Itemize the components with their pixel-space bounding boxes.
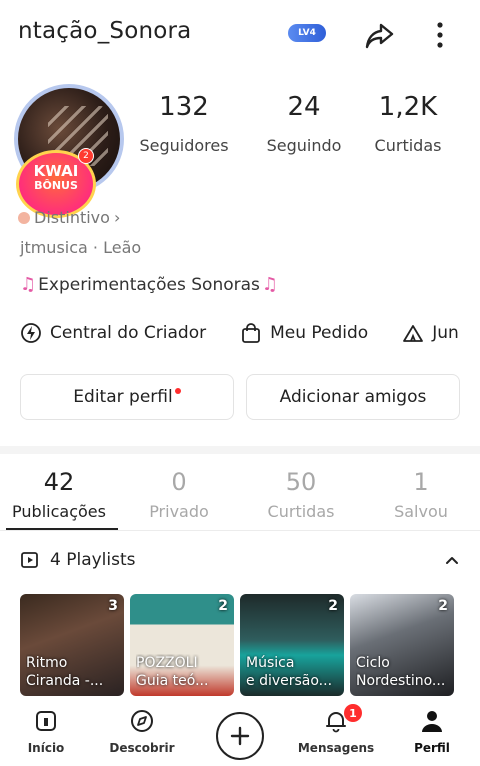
my-order-link[interactable]: Meu Pedido [240,322,368,344]
playlist-card[interactable]: 2 POZZOLI Guia teó... [130,594,234,696]
tab-salvou[interactable]: 1 Salvou [366,466,476,521]
lightning-circle-icon [21,323,41,343]
profile-bio: ♫ Experimentações Sonoras ♫ [20,274,278,295]
stat-likes-label: Curtidas [374,136,442,155]
playlist-icon [21,552,38,568]
tab-salvou-count: 1 [413,468,429,496]
person-icon [422,711,442,732]
tent-icon [403,325,424,342]
distintivo-link[interactable]: Distintivo › [18,208,120,227]
tab-curtidas[interactable]: 50 Curtidas [246,466,356,521]
nav-perfil-label: Perfil [414,741,450,755]
messages-badge: 1 [344,704,362,722]
tab-privado[interactable]: 0 Privado [124,466,234,521]
tab-publicacoes-count: 42 [43,468,75,496]
tab-salvou-label: Salvou [394,502,448,521]
kwai-badge-count: 2 [78,148,94,164]
stat-followers-label: Seguidores [139,136,229,155]
stat-likes[interactable]: 1,2K Curtidas [358,90,458,155]
stat-following-label: Seguindo [266,136,342,155]
playlists-count-label: 4 Playlists [50,550,136,570]
profile-handle: jtmusica · Leão [20,238,142,257]
playlists-header: 4 Playlists [20,550,136,570]
notification-dot [174,388,181,394]
more-options-icon[interactable] [428,18,452,52]
nav-descobrir-label: Descobrir [109,741,175,755]
tab-curtidas-count: 50 [285,468,317,496]
distintivo-label: Distintivo [34,208,110,227]
jun-label: Jun [432,323,459,343]
creator-center-label: Central do Criador [50,323,207,343]
compass-icon [131,710,153,732]
nav-descobrir[interactable]: Descobrir [102,708,182,755]
stat-following-value: 24 [287,92,321,122]
distintivo-icon [18,211,30,224]
active-tab-indicator [6,528,118,530]
playlist-title: Música e diversão... [246,655,333,689]
stat-followers-value: 132 [159,92,209,122]
tab-privado-label: Privado [149,502,209,521]
playlist-video-count: 2 [438,598,448,614]
tab-publicacoes-label: Publicações [12,502,106,521]
tab-publicacoes[interactable]: 42 Publicações [4,466,114,521]
bottom-nav: Início Descobrir Mensagens 1 Perfil [0,700,480,766]
nav-mensagens[interactable]: Mensagens [296,708,376,755]
home-icon [36,711,56,731]
playlist-video-count: 3 [108,598,118,614]
nav-inicio[interactable]: Início [6,708,86,755]
create-post-button[interactable] [216,712,264,760]
playlist-title: Ciclo Nordestino... [356,655,446,689]
stat-following[interactable]: 24 Seguindo [254,90,354,155]
stat-followers[interactable]: 132 Seguidores [134,90,234,155]
kwai-badge-line2: BÔNUS [34,179,78,192]
bio-text: Experimentações Sonoras [38,274,260,295]
playlist-video-count: 2 [218,598,228,614]
playlist-title: Ritmo Ciranda -... [26,655,104,689]
music-note-icon: ♫ [20,274,37,295]
nav-perfil[interactable]: Perfil [392,708,472,755]
plus-icon [230,726,250,746]
kwai-badge-line1: KWAI [33,162,79,180]
my-order-label: Meu Pedido [270,323,369,343]
share-icon[interactable] [362,18,396,52]
shopping-bag-icon [242,323,260,343]
edit-profile-label: Editar perfil [73,387,173,407]
chevron-right-icon: › [113,208,121,227]
nav-mensagens-label: Mensagens [297,741,375,755]
creator-center-link[interactable]: Central do Criador [20,322,206,344]
playlist-card[interactable]: 2 Música e diversão... [240,594,344,696]
playlist-video-count: 2 [328,598,338,614]
tab-bar-line [0,530,480,531]
music-note-icon: ♫ [261,274,279,295]
section-divider [0,446,480,454]
playlist-card[interactable]: 3 Ritmo Ciranda -... [20,594,124,696]
profile-username: ntação_Sonora [18,18,192,44]
nav-inicio-label: Início [27,741,65,755]
add-friends-label: Adicionar amigos [279,387,427,407]
level-badge[interactable]: LV4 [288,24,326,42]
playlist-title: POZZOLI Guia teó... [136,655,209,689]
playlist-card[interactable]: 2 Ciclo Nordestino... [350,594,454,696]
tab-privado-count: 0 [171,468,187,496]
chevron-up-icon[interactable] [440,548,464,572]
jun-link[interactable]: Jun [402,322,459,344]
tab-curtidas-label: Curtidas [267,502,335,521]
add-friends-button[interactable]: Adicionar amigos [246,374,460,420]
creator-shortcuts: Central do Criador Meu Pedido Jun [20,322,480,344]
stat-likes-value: 1,2K [378,92,438,122]
edit-profile-button[interactable]: Editar perfil [20,374,234,420]
